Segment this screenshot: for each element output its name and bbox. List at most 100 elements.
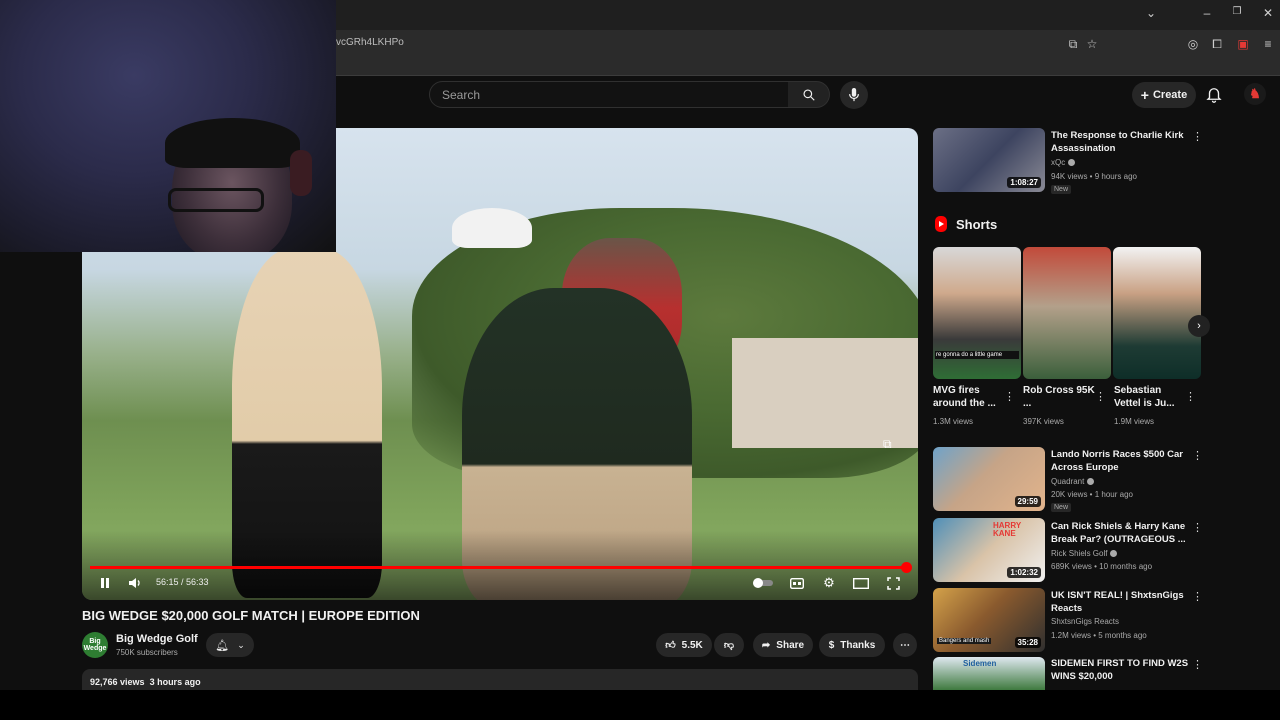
thanks-icon: $: [828, 639, 835, 651]
dislike-button[interactable]: 👎︎: [714, 633, 744, 657]
extensions-icon[interactable]: ⧠: [1209, 36, 1225, 52]
short-thumbnail[interactable]: [1113, 247, 1201, 379]
more-actions-button[interactable]: ⋯: [893, 633, 917, 657]
webcam-headset: [290, 150, 312, 196]
captions-icon: [790, 577, 804, 589]
pause-button[interactable]: [96, 574, 114, 592]
thumbs-down-icon: 👎︎: [723, 640, 735, 651]
recommendation-thumbnail[interactable]: 29:59: [933, 447, 1045, 511]
video-frame-cap: [452, 208, 532, 248]
recommendation-channel[interactable]: Rick Shiels Golf: [1051, 549, 1118, 558]
recommendation-title[interactable]: The Response to Charlie Kirk Assassinati…: [1051, 129, 1189, 155]
pause-icon: [101, 578, 109, 588]
subscriber-count: 750K subscribers: [116, 648, 178, 657]
miniplayer-icon[interactable]: ⧉: [883, 437, 901, 453]
share-button[interactable]: ➦ Share: [753, 633, 813, 657]
like-button[interactable]: 👍︎ 5.5K: [656, 633, 712, 657]
progress-fill: [90, 566, 906, 569]
short-title[interactable]: MVG fires around the ...: [933, 384, 1005, 410]
short-caption: re gonna do a little game: [935, 351, 1019, 359]
time-display: 56:15 / 56:33: [156, 577, 209, 587]
gear-icon: ⚙: [823, 575, 835, 590]
tab-list-icon[interactable]: ⌄: [1143, 6, 1159, 20]
recommendation-thumbnail[interactable]: HARRY KANE 1:02:32: [933, 518, 1045, 582]
recommendation-title[interactable]: Lando Norris Races $500 Car Across Europ…: [1051, 448, 1189, 474]
verified-icon: [1110, 550, 1118, 558]
recommendation-meta: 20K views • 1 hour ago: [1051, 490, 1133, 499]
autoplay-toggle[interactable]: [752, 574, 774, 592]
more-vertical-icon[interactable]: ⋮: [1004, 390, 1015, 403]
profile-icon[interactable]: ◎: [1185, 36, 1201, 52]
subscription-notifications-button[interactable]: 🔔︎ ⌄: [206, 633, 254, 657]
shorts-icon: [935, 216, 947, 232]
theater-mode-icon: [853, 577, 869, 589]
recommendation-channel[interactable]: Quadrant: [1051, 477, 1095, 486]
new-badge: New: [1051, 503, 1072, 512]
recommendation-thumbnail[interactable]: Bangers and mash 35:28: [933, 588, 1045, 652]
more-vertical-icon[interactable]: ⋮: [1192, 130, 1203, 143]
channel-avatar[interactable]: Big Wedge: [82, 632, 108, 658]
more-vertical-icon[interactable]: ⋮: [1192, 658, 1203, 671]
short-views: 397K views: [1023, 417, 1064, 426]
thanks-button[interactable]: $ Thanks: [819, 633, 885, 657]
channel-name[interactable]: Big Wedge Golf: [116, 633, 198, 645]
settings-button[interactable]: ⚙: [819, 574, 839, 592]
plus-icon: +: [1140, 87, 1149, 103]
short-thumbnail[interactable]: [1023, 247, 1111, 379]
recommendation-thumbnail[interactable]: 1:08:27: [933, 128, 1045, 192]
progress-scrubber[interactable]: [900, 562, 912, 573]
search-button[interactable]: [788, 81, 830, 108]
recommendation-meta: 94K views • 9 hours ago: [1051, 172, 1137, 181]
progress-bar[interactable]: [90, 562, 912, 573]
recommendation-channel[interactable]: xQc: [1051, 158, 1076, 167]
fullscreen-button[interactable]: [883, 574, 903, 592]
search-input[interactable]: [430, 82, 788, 108]
recommendation-meta: 689K views • 10 months ago: [1051, 562, 1153, 571]
microphone-icon: [849, 88, 859, 102]
extension-badge-icon[interactable]: ▣: [1235, 36, 1251, 52]
account-avatar[interactable]: ♞: [1244, 83, 1266, 105]
thumbnail-text: Bangers and mash: [937, 638, 992, 644]
recommendation-title[interactable]: SIDEMEN FIRST TO FIND W2S WINS $20,000: [1051, 657, 1189, 683]
share-icon: ➦: [761, 639, 771, 651]
search-box[interactable]: [429, 81, 789, 108]
browser-menu-icon[interactable]: ≡: [1260, 36, 1276, 52]
bell-icon: [1206, 88, 1222, 103]
more-vertical-icon[interactable]: ⋮: [1095, 390, 1106, 403]
more-horizontal-icon: ⋯: [900, 639, 910, 651]
bottom-bar: [0, 690, 1280, 720]
minimize-icon[interactable]: –: [1199, 6, 1215, 20]
voice-search-button[interactable]: [840, 81, 868, 109]
shorts-next-button[interactable]: ›: [1188, 315, 1210, 337]
short-title[interactable]: Rob Cross 95K ...: [1023, 384, 1095, 410]
short-views: 1.3M views: [933, 417, 974, 426]
video-duration: 1:02:32: [1007, 567, 1041, 578]
restore-icon[interactable]: ❐: [1229, 6, 1245, 17]
bookmark-star-icon[interactable]: ☆: [1084, 36, 1100, 52]
notifications-button[interactable]: [1205, 85, 1223, 103]
more-vertical-icon[interactable]: ⋮: [1192, 449, 1203, 462]
page-translate-icon[interactable]: ⧉: [1065, 36, 1081, 52]
recommendation-title[interactable]: Can Rick Shiels & Harry Kane Break Par? …: [1051, 520, 1189, 546]
more-vertical-icon[interactable]: ⋮: [1192, 590, 1203, 603]
recommendation-thumbnail[interactable]: Sidemen: [933, 657, 1045, 690]
captions-button[interactable]: [787, 574, 807, 592]
search-icon: [802, 88, 815, 101]
more-vertical-icon[interactable]: ⋮: [1185, 390, 1196, 403]
theater-mode-button[interactable]: [851, 574, 871, 592]
url-text[interactable]: vcGRh4LKHPo: [336, 37, 404, 48]
volume-button[interactable]: [126, 574, 144, 592]
new-badge: New: [1051, 185, 1072, 194]
like-count: 5.5K: [681, 639, 703, 651]
bell-icon: 🔔︎: [215, 639, 230, 652]
volume-icon: [129, 578, 140, 588]
create-button[interactable]: + Create: [1132, 82, 1196, 108]
thumbs-up-icon: 👍︎: [665, 640, 676, 651]
more-vertical-icon[interactable]: ⋮: [1192, 521, 1203, 534]
short-thumbnail[interactable]: re gonna do a little game: [933, 247, 1021, 379]
recommendation-title[interactable]: UK ISN'T REAL! | ShxtsnGigs Reacts: [1051, 589, 1189, 615]
short-title[interactable]: Sebastian Vettel is Ju...: [1114, 384, 1186, 410]
create-label: Create: [1152, 89, 1188, 101]
close-icon[interactable]: ✕: [1260, 6, 1276, 20]
recommendation-channel[interactable]: ShxtsnGigs Reacts: [1051, 617, 1119, 626]
